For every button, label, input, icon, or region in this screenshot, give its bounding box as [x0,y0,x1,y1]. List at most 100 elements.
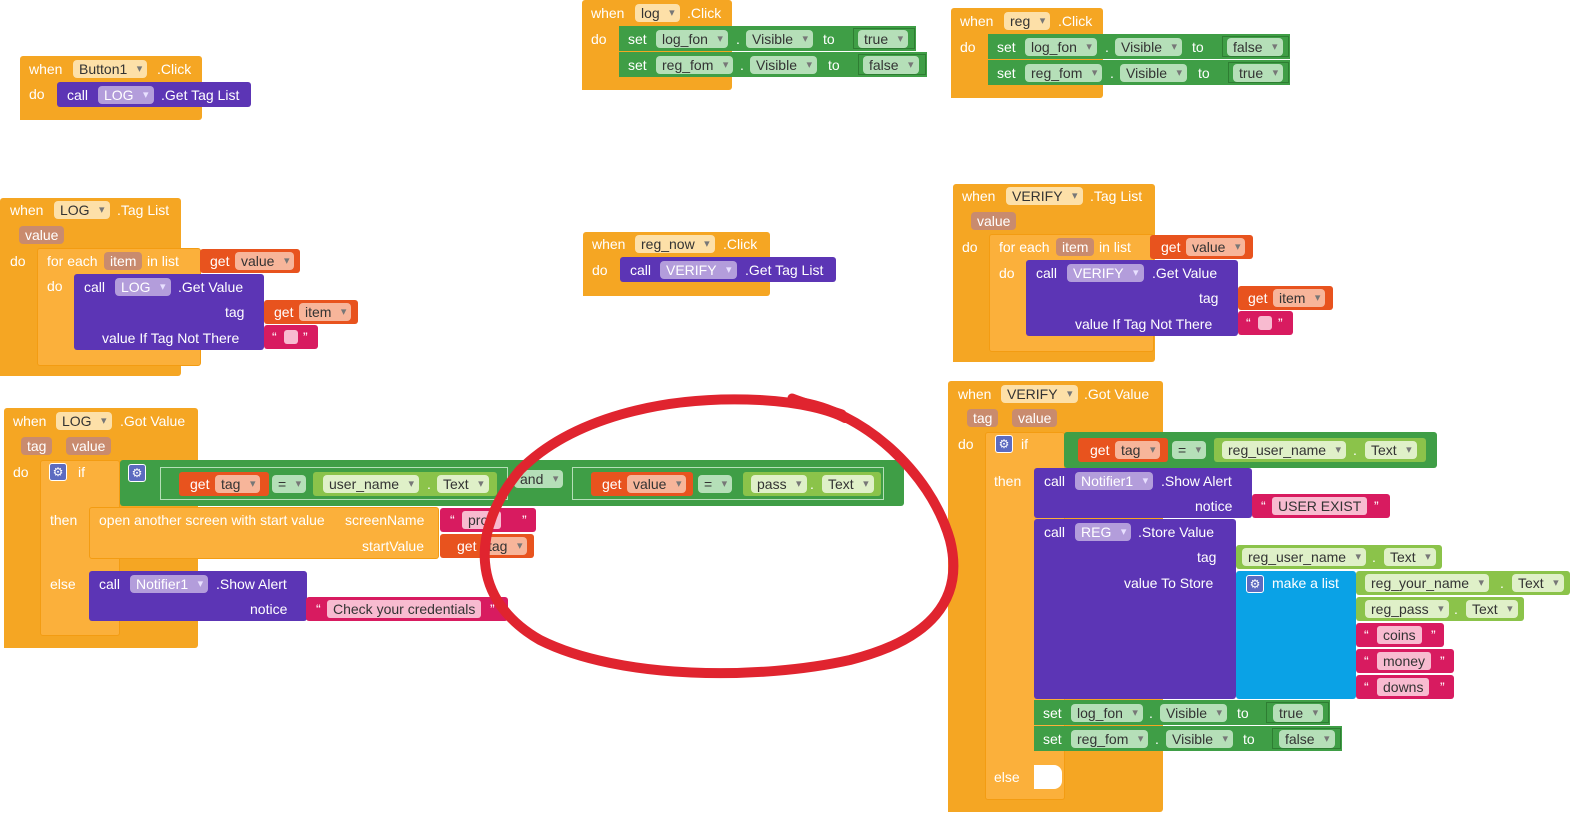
method-label: .Show Alert [216,576,287,592]
and-dropdown[interactable]: and [514,470,564,488]
property-dropdown[interactable]: Text [437,475,489,493]
operator-dropdown[interactable]: = [698,475,733,493]
component-dropdown[interactable]: log_fon [1025,38,1097,56]
target-dropdown[interactable]: VERIFY [1067,264,1144,282]
do-label: do [29,86,45,102]
component-dropdown[interactable]: reg_your_name [1365,574,1490,592]
param-value[interactable]: value [66,437,112,455]
gear-icon[interactable]: ⚙ [995,435,1013,453]
tag-label: tag [1197,549,1217,565]
property-dropdown[interactable]: Text [1384,548,1436,566]
event-label: .Click [723,236,758,252]
string-value[interactable]: coins [1377,626,1422,644]
component-dropdown[interactable]: reg_fom [656,56,734,74]
notifier-dropdown[interactable]: Notifier1 [130,575,209,593]
param-value[interactable]: value [971,212,1017,230]
string-value[interactable]: Check your credentials [327,600,482,618]
string-value[interactable]: profi [462,511,502,529]
set-label: set [1043,705,1062,721]
operator-dropdown[interactable]: = [272,475,307,493]
component-dropdown[interactable]: LOG [56,412,112,430]
call-block[interactable] [1034,519,1236,699]
component-dropdown[interactable]: Button1 [73,60,148,78]
item-variable[interactable]: item [104,252,143,270]
variable-dropdown[interactable]: tag [1115,441,1161,459]
annotation-stroke [479,394,959,679]
event-label: .Got Value [1084,386,1150,402]
component-dropdown[interactable]: reg_now [635,235,715,253]
component-dropdown[interactable]: VERIFY [1006,187,1083,205]
string-value[interactable]: money [1377,652,1432,670]
target-dropdown[interactable]: VERIFY [660,261,737,279]
property-dropdown[interactable]: Text [822,475,874,493]
bool-dropdown[interactable]: true [858,30,909,48]
param-tag[interactable]: tag [21,437,53,455]
component-dropdown[interactable]: LOG [54,201,110,219]
open-screen-label: open another screen with start value [99,512,325,528]
bool-dropdown[interactable]: false [1279,730,1335,748]
quote-right: ” [1440,653,1445,669]
string-value[interactable]: USER EXIST [1272,497,1368,515]
dot-label: . [1500,575,1504,591]
variable-dropdown[interactable]: item [299,303,352,321]
gear-icon[interactable]: ⚙ [49,463,67,481]
bool-dropdown[interactable]: false [1227,38,1283,56]
variable-dropdown[interactable]: value [1186,238,1246,256]
get-label: get [457,538,477,554]
method-label: .Show Alert [1161,473,1232,489]
target-dropdown[interactable]: LOG [115,278,171,296]
component-dropdown[interactable]: reg_fom [1025,64,1103,82]
gear-icon[interactable]: ⚙ [128,464,146,482]
variable-dropdown[interactable]: tag [215,475,261,493]
empty-string[interactable] [284,330,298,344]
target-dropdown[interactable]: REG [1075,523,1132,541]
property-dropdown[interactable]: Text [1512,574,1564,592]
component-dropdown[interactable]: pass [751,475,807,493]
empty-string[interactable] [1258,316,1272,330]
bool-dropdown[interactable]: false [863,56,919,74]
property-dropdown[interactable]: Text [1365,441,1417,459]
notifier-dropdown[interactable]: Notifier1 [1075,472,1154,490]
property-dropdown[interactable]: Text [1466,600,1518,618]
component-dropdown[interactable]: reg [1004,12,1051,30]
component-dropdown[interactable]: log_fon [1071,704,1143,722]
variable-dropdown[interactable]: value [627,475,687,493]
component-dropdown[interactable]: log_fon [656,30,728,48]
property-dropdown[interactable]: Visible [1115,38,1182,56]
dot-label: . [1454,601,1458,617]
component-dropdown[interactable]: reg_pass [1365,600,1449,618]
start-value-label: startValue [362,538,424,554]
variable-dropdown[interactable]: tag [482,537,528,555]
string-value[interactable]: downs [1377,678,1430,696]
param-value[interactable]: value [19,226,65,244]
variable-dropdown[interactable]: item [1273,289,1326,307]
event-label: .Got Value [120,413,186,429]
property-dropdown[interactable]: Visible [1120,64,1187,82]
item-variable[interactable]: item [1056,238,1095,256]
if-label: if [1021,436,1028,452]
variable-dropdown[interactable]: value [235,252,295,270]
property-dropdown[interactable]: Visible [1160,704,1227,722]
when-label: when [591,5,625,21]
operator-dropdown[interactable]: = [1172,441,1207,459]
target-dropdown[interactable]: LOG [98,86,154,104]
call-label: call [1044,473,1066,489]
property-dropdown[interactable]: Visible [1166,730,1233,748]
component-dropdown[interactable]: reg_user_name [1222,441,1347,459]
gear-icon[interactable]: ⚙ [1246,575,1264,593]
component-dropdown[interactable]: user_name [323,475,420,493]
bool-dropdown[interactable]: true [1233,64,1284,82]
component-dropdown[interactable]: reg_fom [1071,730,1149,748]
method-label: .Store Value [1138,524,1215,540]
param-value[interactable]: value [1012,409,1058,427]
property-dropdown[interactable]: Visible [746,30,813,48]
param-tag[interactable]: tag [967,409,999,427]
get-label: get [210,253,230,269]
component-dropdown[interactable]: log [635,4,680,22]
bool-dropdown[interactable]: true [1273,704,1324,722]
component-dropdown[interactable]: VERIFY [1001,385,1078,403]
component-dropdown[interactable]: reg_user_name [1242,548,1367,566]
empty-else-slot[interactable] [1034,765,1062,789]
quote-left: “ [316,601,321,617]
property-dropdown[interactable]: Visible [750,56,817,74]
